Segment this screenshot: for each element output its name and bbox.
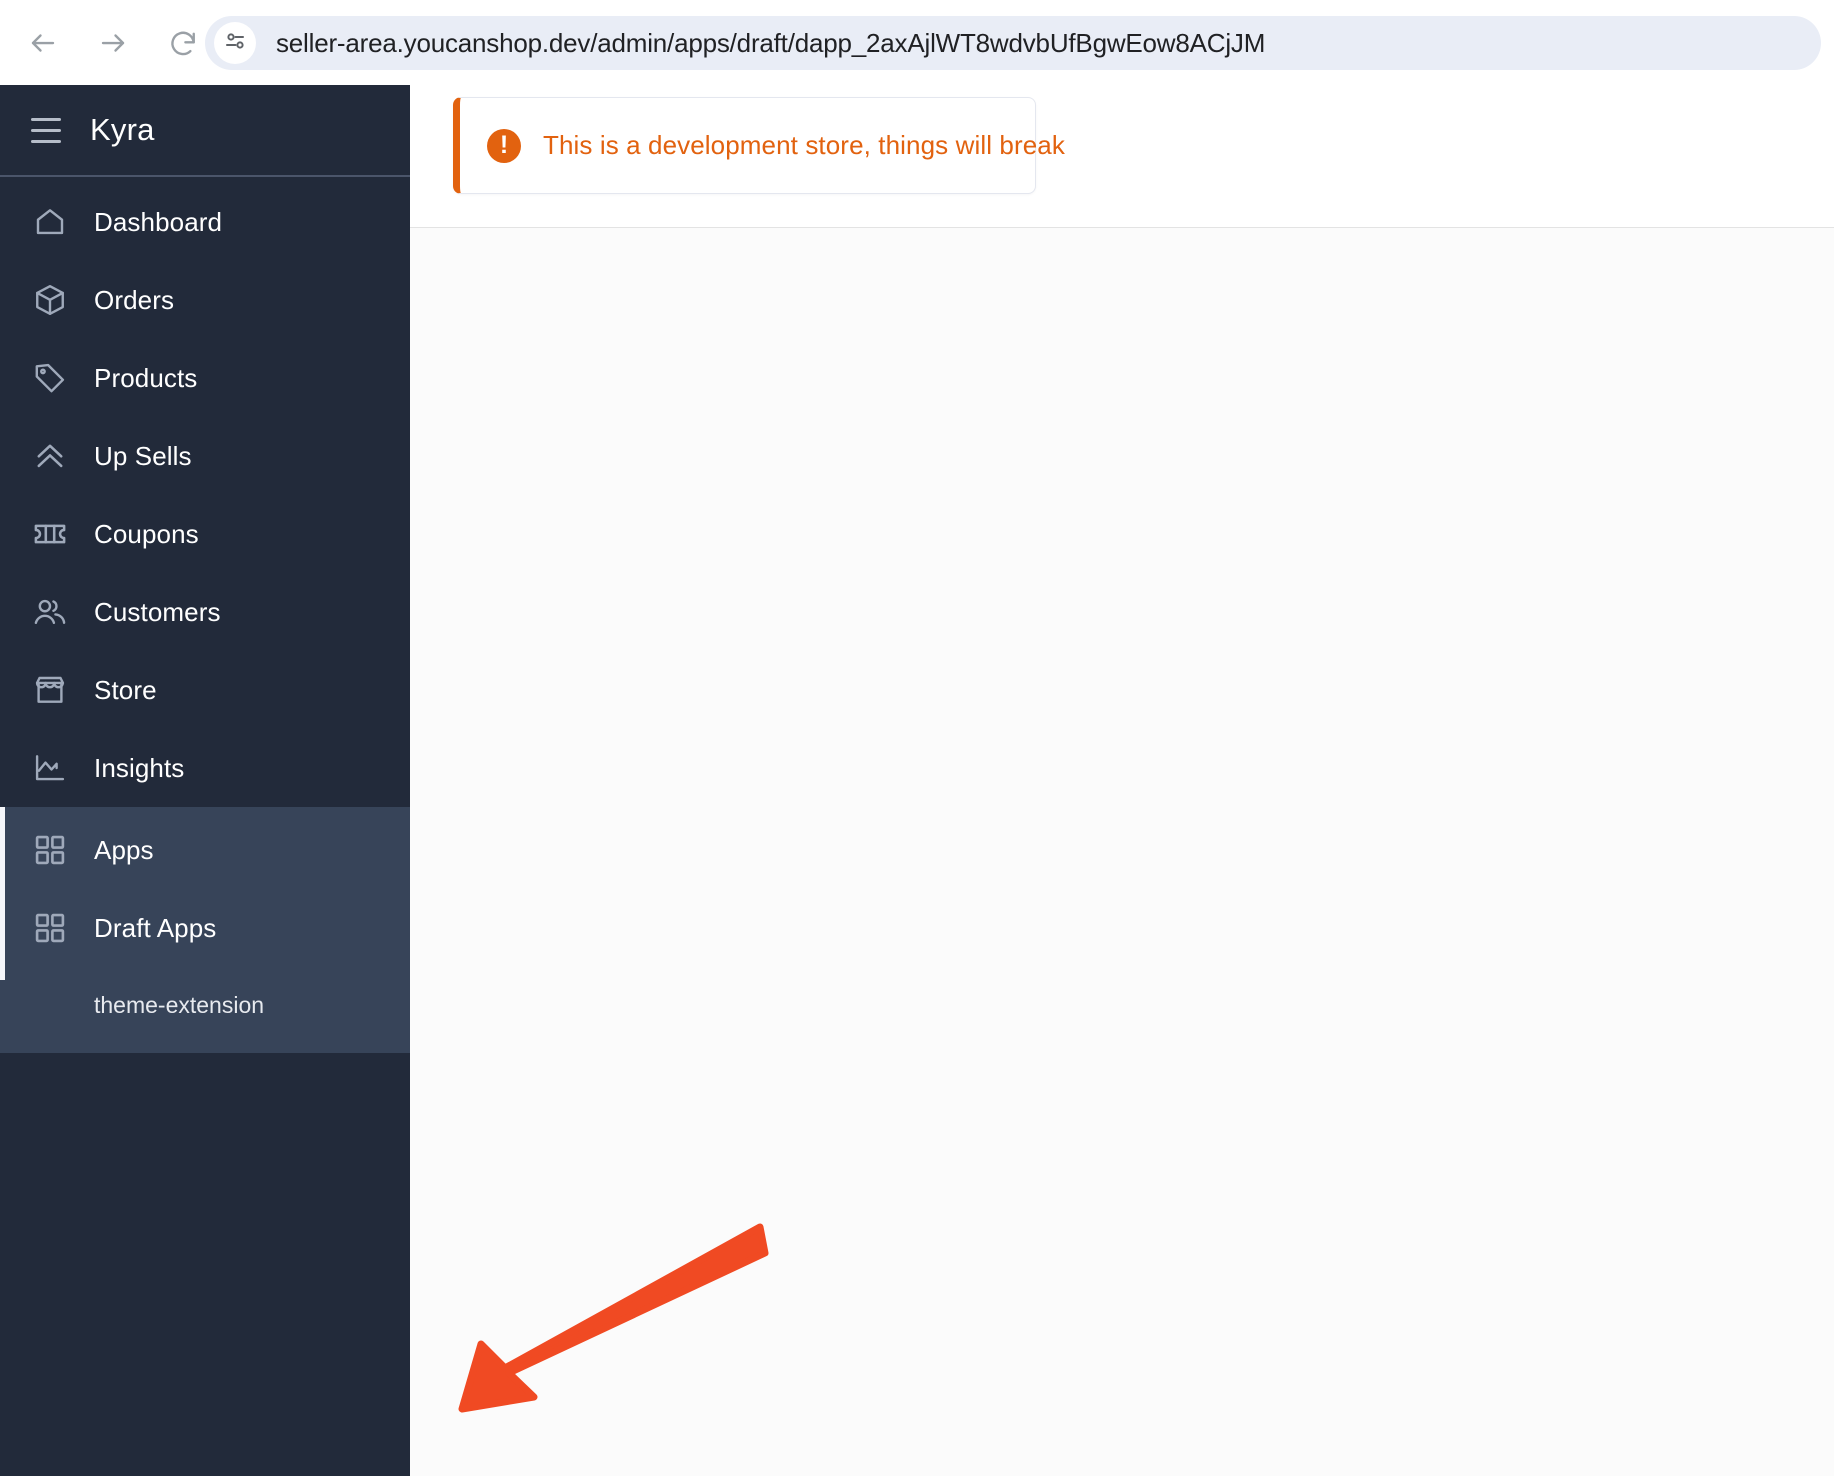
url-text[interactable]: seller-area.youcanshop.dev/admin/apps/dr… (276, 28, 1265, 59)
sidebar-item-products[interactable]: Products (0, 339, 410, 417)
sidebar-item-orders[interactable]: Orders (0, 261, 410, 339)
sidebar-item-draft-apps[interactable]: Draft Apps (0, 889, 410, 967)
sidebar-item-label: Up Sells (94, 440, 192, 471)
grid-squares-icon (28, 828, 72, 872)
annotation-arrow (458, 1223, 769, 1413)
sidebar-item-up-sells[interactable]: Up Sells (0, 417, 410, 495)
sidebar-subitem-label: theme-extension (94, 991, 265, 1018)
chevrons-up-icon (28, 434, 72, 478)
arrow-right-icon (98, 28, 128, 58)
sidebar-nav-list: Dashboard Orders Products Up Sells Coupo… (0, 177, 410, 1053)
site-info-button[interactable] (214, 22, 256, 64)
sidebar-item-coupons[interactable]: Coupons (0, 495, 410, 573)
tag-icon (28, 356, 72, 400)
address-bar[interactable]: seller-area.youcanshop.dev/admin/apps/dr… (205, 16, 1821, 70)
grid-squares-icon (28, 906, 72, 950)
content-body (410, 228, 1834, 1476)
browser-toolbar: seller-area.youcanshop.dev/admin/apps/dr… (0, 0, 1834, 85)
sidebar-item-label: Dashboard (94, 206, 223, 237)
sidebar-active-group: Apps Draft Apps theme-extension (0, 807, 410, 1053)
sidebar-item-label: Products (94, 362, 198, 393)
development-store-banner: ! This is a development store, things wi… (453, 97, 1065, 194)
sidebar-item-label: Apps (94, 834, 154, 865)
line-chart-icon (28, 746, 72, 790)
brand-name: Kyra (90, 112, 155, 147)
sidebar-header: Kyra (0, 85, 410, 177)
sidebar-item-label: Store (94, 674, 157, 705)
reload-button[interactable] (156, 16, 210, 70)
sidebar-item-customers[interactable]: Customers (0, 573, 410, 651)
sidebar-item-label: Insights (94, 752, 185, 783)
sidebar-item-label: Draft Apps (94, 912, 217, 943)
banner-message: This is a development store, things will… (543, 130, 1065, 160)
box-icon (28, 278, 72, 322)
sidebar: Kyra Dashboard Orders Products Up Sells … (0, 85, 410, 1476)
home-icon (28, 200, 72, 244)
users-icon (28, 590, 72, 634)
sidebar-item-label: Coupons (94, 518, 199, 549)
sidebar-item-label: Orders (94, 284, 175, 315)
sidebar-item-insights[interactable]: Insights (0, 729, 410, 807)
sidebar-item-dashboard[interactable]: Dashboard (0, 183, 410, 261)
app-viewport: Kyra Dashboard Orders Products Up Sells … (0, 85, 1834, 1476)
hamburger-menu-icon[interactable] (24, 108, 68, 152)
tune-sliders-icon (223, 29, 247, 58)
sidebar-item-store[interactable]: Store (0, 651, 410, 729)
sidebar-item-apps[interactable]: Apps (0, 811, 410, 889)
forward-button[interactable] (86, 16, 140, 70)
back-button[interactable] (16, 16, 70, 70)
ticket-icon (28, 512, 72, 556)
sidebar-subitem-theme-extension[interactable]: theme-extension (0, 967, 410, 1043)
content-header: ! This is a development store, things wi… (410, 85, 1834, 228)
storefront-icon (28, 668, 72, 712)
arrow-left-icon (28, 28, 58, 58)
reload-icon (168, 28, 198, 58)
sidebar-item-label: Customers (94, 596, 221, 627)
alert-circle-icon: ! (487, 128, 521, 163)
main-content: ! This is a development store, things wi… (410, 85, 1834, 1476)
